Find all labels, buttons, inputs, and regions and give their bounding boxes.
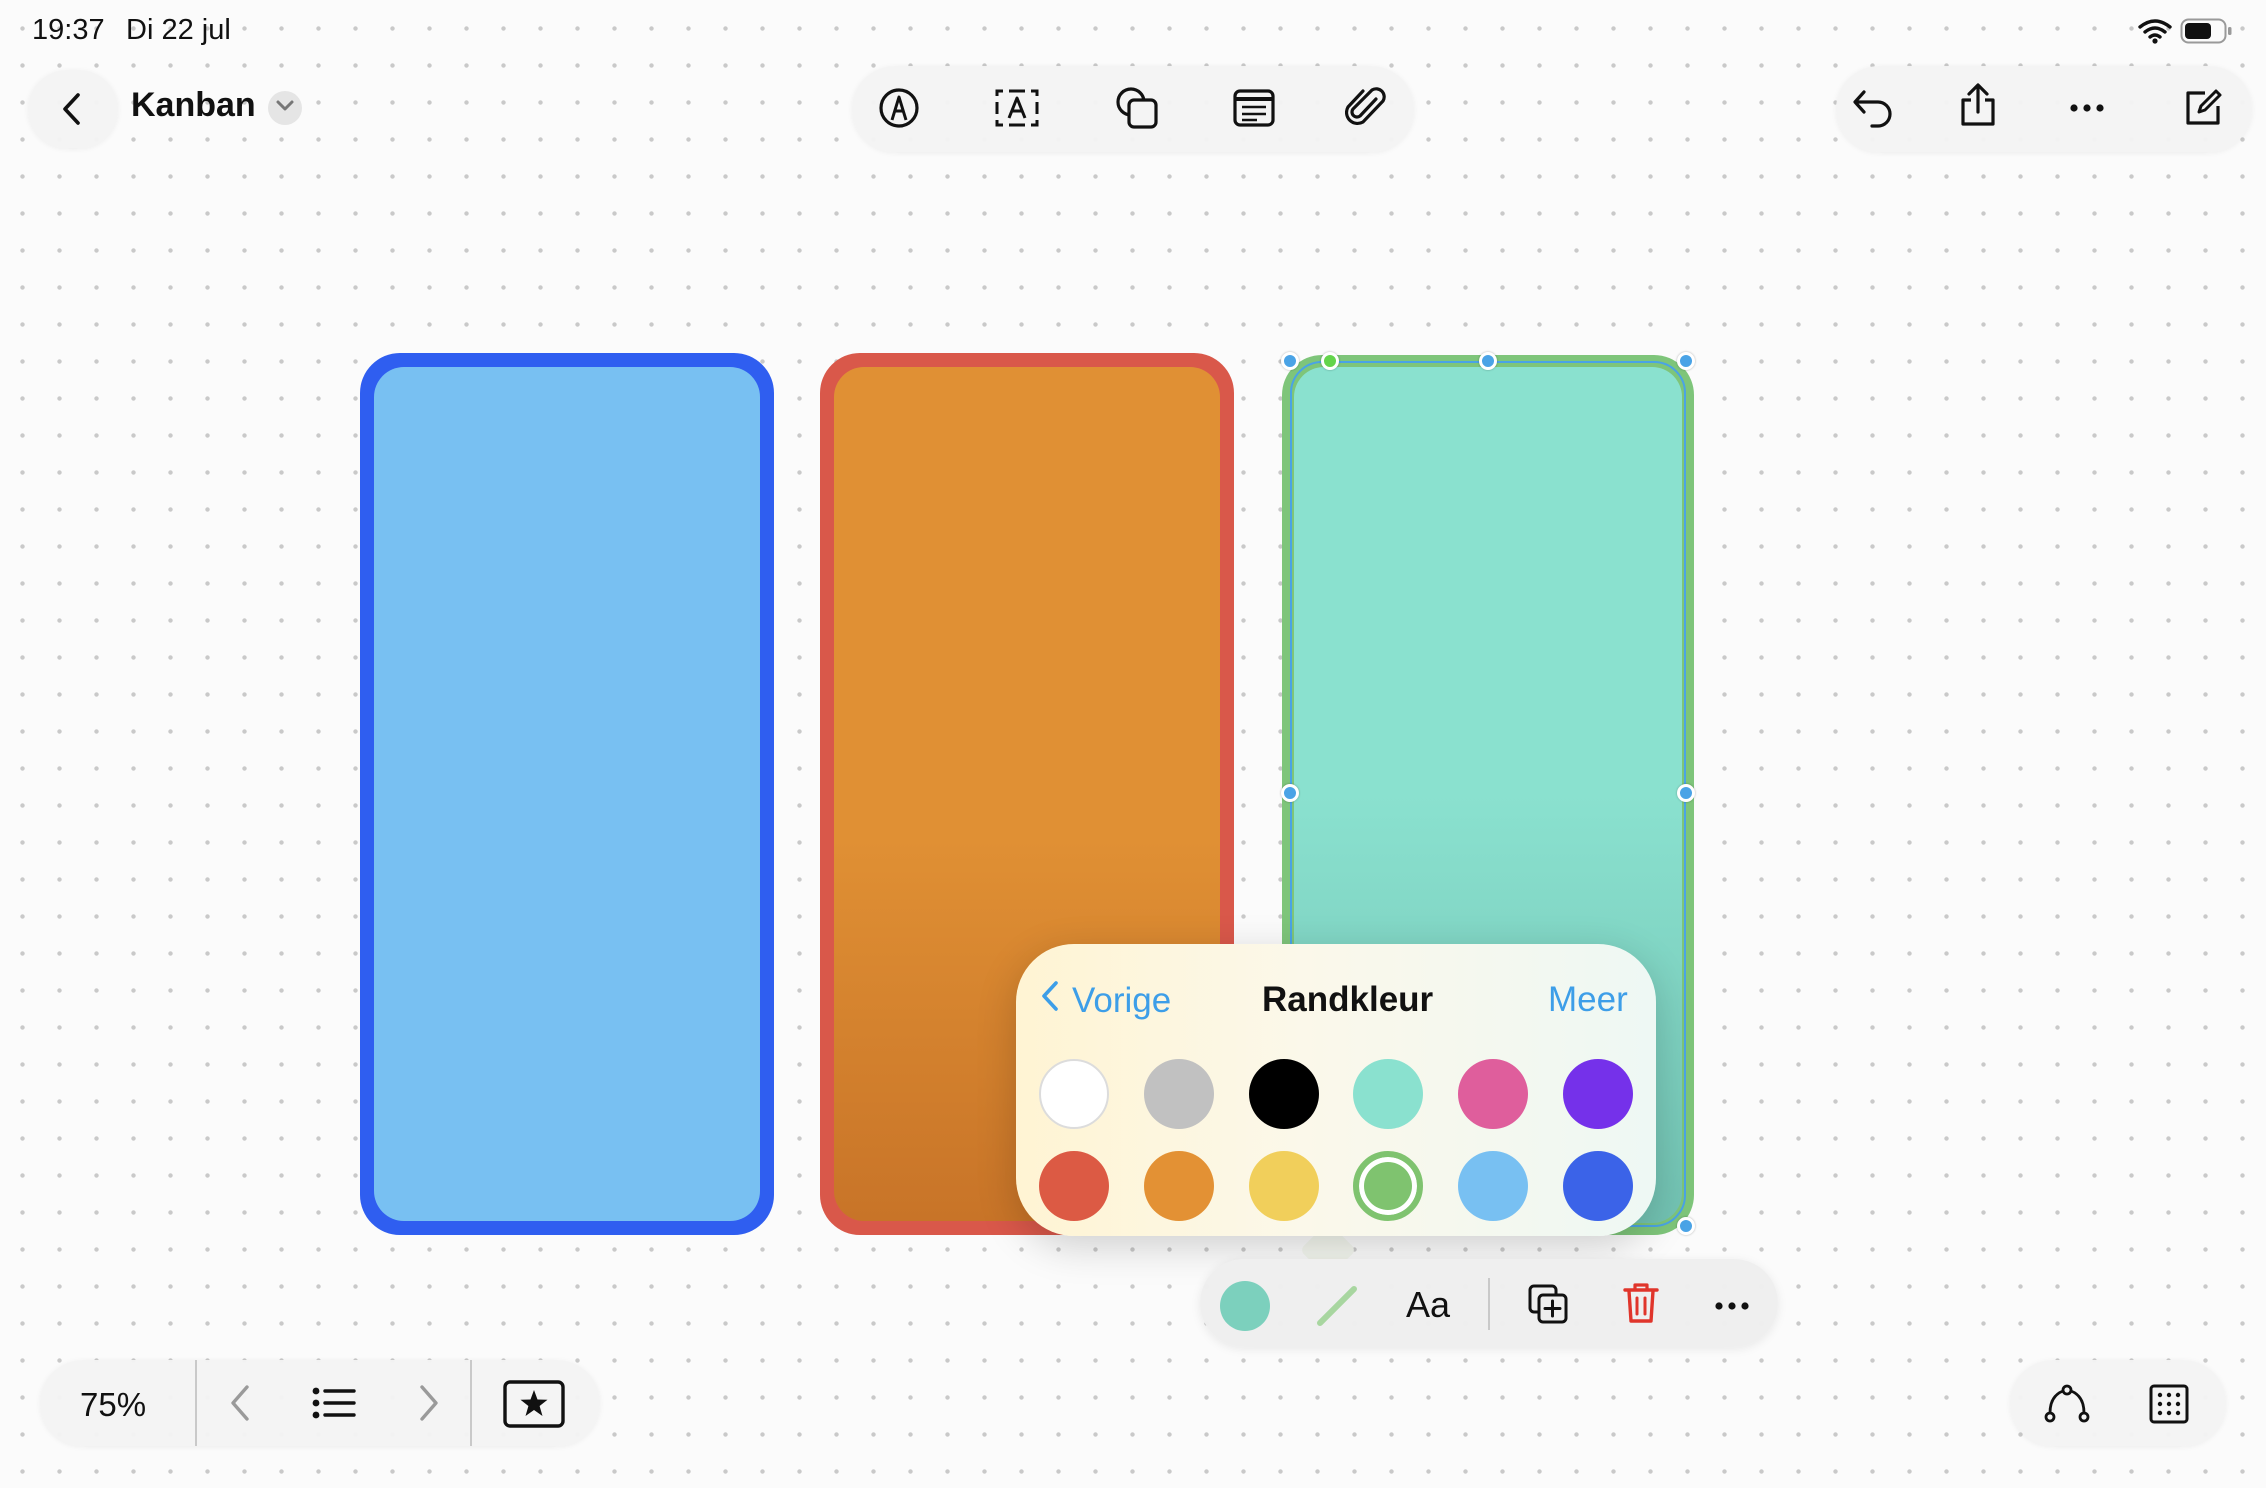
back-icon	[38, 74, 108, 144]
document-title[interactable]: Kanban	[131, 86, 256, 125]
pen-icon[interactable]	[864, 73, 934, 143]
status-time: 19:37	[32, 14, 105, 46]
color-swatch-gray[interactable]	[1144, 1059, 1214, 1129]
previous-icon[interactable]	[225, 1383, 255, 1428]
next-icon[interactable]	[414, 1383, 444, 1428]
resize-handle-left[interactable]	[1281, 784, 1299, 802]
list-icon[interactable]	[312, 1386, 356, 1425]
zoom-level[interactable]: 75%	[80, 1386, 146, 1424]
canvas-tools-toolbar	[2010, 1360, 2226, 1446]
text-style-icon[interactable]: Aa	[1406, 1284, 1450, 1326]
note-icon[interactable]	[1219, 73, 1289, 143]
color-swatch-green-selected[interactable]	[1353, 1151, 1423, 1221]
color-swatch-orange[interactable]	[1144, 1151, 1214, 1221]
popover-title: Randkleur	[1262, 980, 1434, 1019]
connector-icon[interactable]	[2044, 1384, 2090, 1429]
color-swatch-pink[interactable]	[1458, 1059, 1528, 1129]
toolbar-divider	[470, 1360, 472, 1446]
resize-handle-right[interactable]	[1677, 784, 1695, 802]
column-fill	[374, 367, 760, 1221]
toolbar-divider	[195, 1360, 197, 1446]
color-swatch-blue[interactable]	[1563, 1151, 1633, 1221]
color-swatch-red[interactable]	[1039, 1151, 1109, 1221]
border-stroke-icon[interactable]	[1314, 1283, 1360, 1334]
trash-icon[interactable]	[1622, 1281, 1660, 1330]
kanban-column-blue[interactable]	[360, 353, 774, 1235]
resize-handle-top[interactable]	[1479, 352, 1497, 370]
color-swatch-yellow[interactable]	[1249, 1151, 1319, 1221]
favorites-icon[interactable]	[503, 1380, 565, 1433]
compose-icon[interactable]	[2168, 73, 2238, 143]
more-icon[interactable]	[1714, 1298, 1750, 1316]
color-swatch-mint[interactable]	[1353, 1059, 1423, 1129]
battery-icon	[2180, 18, 2234, 49]
grid-icon[interactable]	[2149, 1384, 2189, 1429]
popover-back-label: Vorige	[1072, 980, 1172, 1020]
resize-handle-bottom-right[interactable]	[1677, 1217, 1695, 1235]
text-box-icon[interactable]	[982, 73, 1052, 143]
undo-icon[interactable]	[1838, 73, 1908, 143]
popover-more-button[interactable]: Meer	[1548, 980, 1628, 1020]
title-menu-button[interactable]	[268, 91, 302, 125]
fill-color-icon[interactable]	[1220, 1281, 1270, 1331]
resize-handle-top-left[interactable]	[1281, 352, 1299, 370]
popover-back-button[interactable]: Vorige	[1040, 980, 1171, 1021]
duplicate-icon[interactable]	[1527, 1283, 1569, 1330]
color-swatch-white[interactable]	[1039, 1059, 1109, 1129]
share-icon[interactable]	[1943, 70, 2013, 140]
status-date: Di 22 jul	[126, 14, 231, 46]
color-swatch-black[interactable]	[1249, 1059, 1319, 1129]
wifi-icon	[2138, 18, 2172, 49]
back-button[interactable]	[28, 70, 118, 148]
more-icon[interactable]	[2052, 73, 2122, 143]
chevron-down-icon	[275, 99, 295, 118]
color-swatch-light-blue[interactable]	[1458, 1151, 1528, 1221]
chevron-left-icon	[1040, 980, 1060, 1021]
resize-handle-top-right[interactable]	[1677, 352, 1695, 370]
paperclip-icon[interactable]	[1332, 73, 1402, 143]
toolbar-divider	[1488, 1278, 1490, 1330]
corner-radius-handle[interactable]	[1321, 352, 1339, 370]
shapes-icon[interactable]	[1102, 73, 1172, 143]
color-swatch-purple[interactable]	[1563, 1059, 1633, 1129]
